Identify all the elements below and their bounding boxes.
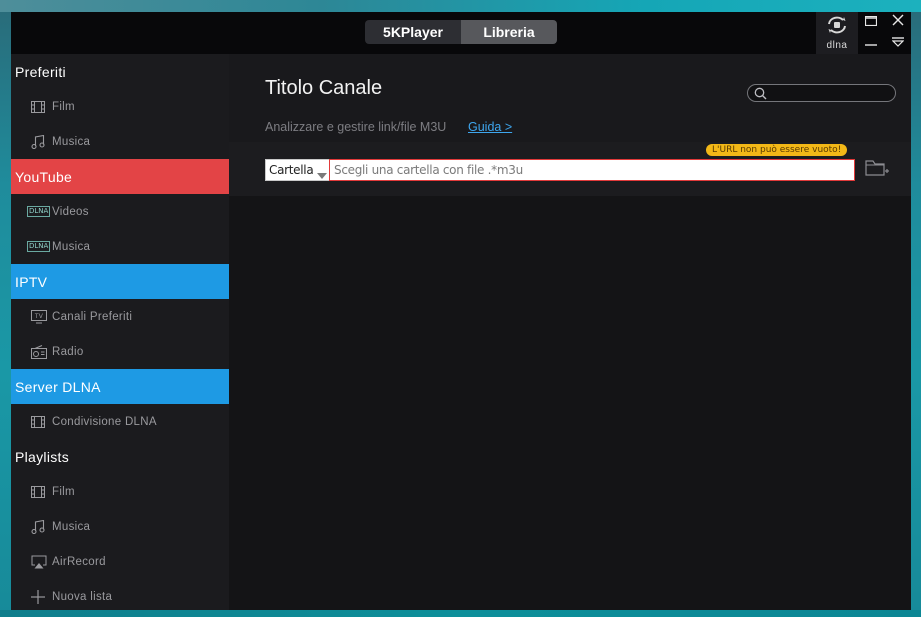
sidebar-item-fav-musica[interactable]: Musica	[11, 124, 229, 159]
menu-dropdown-icon	[891, 34, 905, 52]
airplay-icon	[31, 554, 53, 570]
sidebar-item-airrecord[interactable]: AirRecord	[11, 544, 229, 579]
minimize-button[interactable]	[862, 35, 880, 51]
source-type-value: Cartella	[269, 163, 314, 177]
sidebar-item-canali-preferiti[interactable]: TV Canali Preferiti	[11, 299, 229, 334]
channel-header: Titolo Canale Analizzare e gestire link/…	[229, 54, 911, 142]
sidebar-item-fav-film[interactable]: Film	[11, 89, 229, 124]
section-youtube[interactable]: YouTube	[11, 159, 229, 194]
sidebar-item-pl-film[interactable]: Film	[11, 474, 229, 509]
music-note-icon	[31, 134, 53, 150]
desktop-wallpaper-top	[0, 0, 921, 12]
main-panel: Titolo Canale Analizzare e gestire link/…	[229, 54, 911, 610]
m3u-source-row: L'URL non può essere vuoto! Cartella Sce…	[229, 142, 911, 196]
close-button[interactable]	[889, 14, 907, 30]
search-icon	[754, 87, 767, 105]
maximize-button[interactable]	[862, 14, 880, 30]
error-tooltip: L'URL non può essere vuoto!	[706, 144, 848, 156]
desktop-wallpaper-bottom	[0, 610, 921, 617]
search-input[interactable]	[770, 86, 890, 100]
section-server-dlna[interactable]: Server DLNA	[11, 369, 229, 404]
dlna-badge-icon: DLNA	[27, 239, 53, 255]
sidebar-item-label: Film	[52, 100, 75, 113]
tv-icon: TV	[31, 309, 53, 325]
menu-button[interactable]	[889, 35, 907, 51]
sidebar-item-yt-videos[interactable]: DLNA Videos	[11, 194, 229, 229]
sidebar-item-label: Radio	[52, 345, 84, 358]
tab-5kplayer[interactable]: 5KPlayer	[365, 20, 461, 44]
sidebar-item-radio[interactable]: Radio	[11, 334, 229, 369]
source-type-select[interactable]: Cartella	[265, 159, 330, 181]
svg-text:TV: TV	[34, 313, 44, 320]
minimize-icon	[865, 34, 877, 52]
sidebar-item-label: Film	[52, 485, 75, 498]
app-window: 5KPlayer Libreria dlna Preferiti Film Mu…	[11, 12, 911, 610]
music-note-icon	[31, 519, 53, 535]
dlna-button[interactable]: dlna	[816, 12, 858, 54]
sidebar: Preferiti Film Musica YouTube DLNA Video…	[11, 54, 229, 610]
sidebar-item-pl-musica[interactable]: Musica	[11, 509, 229, 544]
film-icon	[31, 414, 53, 430]
mode-switch: 5KPlayer Libreria	[365, 20, 557, 44]
sidebar-item-yt-musica[interactable]: DLNA Musica	[11, 229, 229, 264]
page-subtitle: Analizzare e gestire link/file M3U	[265, 120, 447, 134]
sidebar-item-label: Nuova lista	[52, 590, 113, 603]
page-title: Titolo Canale	[265, 77, 383, 99]
film-icon	[31, 99, 53, 115]
sidebar-item-label: Condivisione DLNA	[52, 415, 157, 428]
radio-icon	[31, 344, 53, 360]
chevron-down-icon	[317, 168, 327, 182]
sidebar-item-label: AirRecord	[52, 555, 106, 568]
sidebar-item-nuova-lista[interactable]: Nuova lista	[11, 579, 229, 610]
m3u-path-input[interactable]: Scegli una cartella con file .*m3u	[329, 159, 855, 181]
section-preferiti[interactable]: Preferiti	[11, 54, 229, 89]
search-box[interactable]	[747, 84, 896, 102]
section-iptv[interactable]: IPTV	[11, 264, 229, 299]
title-bar: 5KPlayer Libreria dlna	[11, 12, 911, 54]
dlna-chip-text: DLNA	[27, 241, 51, 252]
add-folder-button[interactable]	[864, 159, 890, 181]
film-icon	[31, 484, 53, 500]
maximize-icon	[864, 13, 878, 31]
dlna-chip-text: DLNA	[27, 206, 51, 217]
close-icon	[892, 13, 904, 31]
folder-add-icon	[865, 159, 889, 182]
dlna-label: dlna	[826, 39, 848, 51]
dlna-badge-icon: DLNA	[27, 204, 53, 220]
plus-icon	[31, 589, 53, 605]
tab-libreria[interactable]: Libreria	[461, 20, 557, 44]
m3u-path-placeholder: Scegli una cartella con file .*m3u	[334, 163, 523, 177]
sidebar-item-label: Videos	[52, 205, 89, 218]
sidebar-item-label: Musica	[52, 520, 91, 533]
sidebar-item-label: Canali Preferiti	[52, 310, 133, 323]
dlna-icon	[826, 16, 848, 39]
sidebar-item-condivisione-dlna[interactable]: Condivisione DLNA	[11, 404, 229, 439]
sidebar-item-label: Musica	[52, 240, 91, 253]
guide-link[interactable]: Guida >	[468, 120, 512, 134]
sidebar-item-label: Musica	[52, 135, 91, 148]
section-playlists[interactable]: Playlists	[11, 439, 229, 474]
